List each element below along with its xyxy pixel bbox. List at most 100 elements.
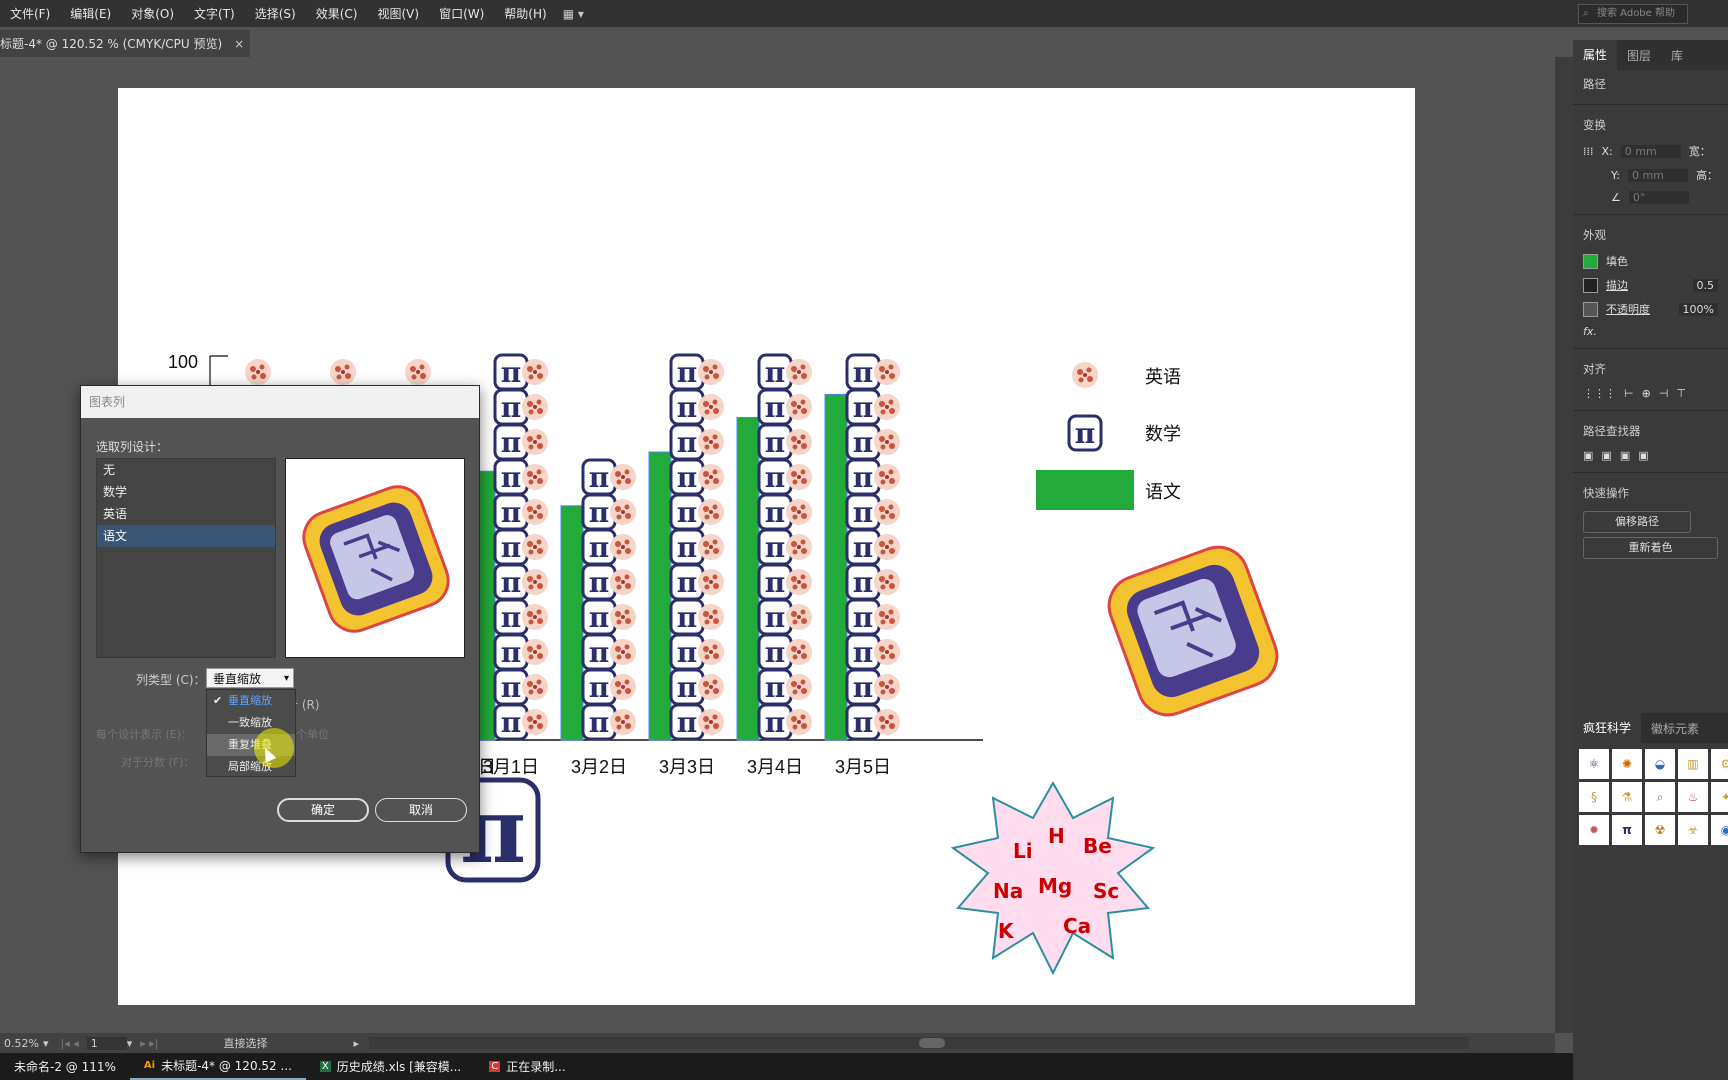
align-top-icon[interactable]: ⊤	[1676, 387, 1686, 400]
bar-english-unit	[786, 569, 812, 595]
zoom-field[interactable]: 0.52%	[0, 1037, 43, 1050]
design-item-chinese[interactable]: 语文	[97, 525, 275, 547]
document-tab[interactable]: 标题-4* @ 120.52 % (CMYK/CPU 预览) ×	[0, 30, 250, 57]
align-left-icon[interactable]: ⊢	[1624, 387, 1634, 400]
bar-english-unit	[610, 604, 636, 630]
status-arrow-icon[interactable]: ▸	[354, 1037, 360, 1050]
bar-chinese[interactable]	[824, 393, 848, 741]
align-right-icon[interactable]: ⊣	[1659, 387, 1669, 400]
bar-chinese[interactable]	[736, 416, 760, 741]
menu-select[interactable]: 选择(S)	[245, 5, 306, 22]
transform-label: 变换	[1583, 118, 1606, 132]
appearance-label: 外观	[1583, 228, 1606, 242]
exclude-icon[interactable]: ▣	[1638, 449, 1648, 462]
taskbar-item-unnamed2[interactable]: 未命名-2 @ 111%	[0, 1053, 130, 1080]
menu-object[interactable]: 对象(O)	[121, 5, 184, 22]
molecule-symbol-icon[interactable]: ✺	[1612, 749, 1642, 779]
y-field[interactable]: 0 mm	[1627, 168, 1688, 182]
bar-chinese[interactable]	[560, 505, 584, 741]
search-field[interactable]: ⌕ 搜索 Adobe 帮助	[1578, 3, 1688, 24]
stroke-label[interactable]: 描边	[1606, 277, 1628, 293]
align-to-icon[interactable]: ⋮⋮⋮	[1583, 387, 1616, 400]
design-item-none[interactable]: 无	[97, 459, 275, 481]
scroll-thumb[interactable]	[919, 1038, 946, 1048]
tab-properties[interactable]: 属性	[1573, 40, 1618, 70]
height-label: 高：	[1695, 169, 1718, 182]
tab-logo-elements[interactable]: 徽标元素	[1641, 720, 1709, 737]
microscope-symbol-icon[interactable]: ⌕	[1645, 782, 1675, 812]
page-field[interactable]: 1	[86, 1036, 127, 1050]
atom-symbol-icon[interactable]: ⚛	[1579, 749, 1609, 779]
bar-english-unit	[522, 359, 548, 385]
page-nav-icon[interactable]: |◂ ◂	[60, 1037, 78, 1050]
recolor-button[interactable]: 重新着色	[1583, 537, 1718, 559]
stroke-weight-field[interactable]: 0.5	[1692, 278, 1718, 292]
biohazard-symbol-icon[interactable]: ☣	[1678, 815, 1708, 845]
gear-symbol-icon[interactable]: ⚙	[1711, 749, 1728, 779]
close-tab-icon[interactable]: ×	[234, 37, 244, 51]
menu-help[interactable]: 帮助(H)	[494, 5, 556, 22]
reference-point-icon[interactable]: ⁞⁞⁞	[1583, 145, 1594, 158]
vertical-scrollbar[interactable]	[1555, 57, 1573, 1033]
tube-symbol-icon[interactable]: ♨	[1678, 782, 1708, 812]
x-field[interactable]: 0 mm	[1620, 144, 1681, 158]
dialog-title[interactable]: 图表列	[81, 386, 479, 418]
minus-front-icon[interactable]: ▣	[1601, 449, 1611, 462]
ok-button[interactable]: 确定	[277, 798, 369, 822]
menu-view[interactable]: 视图(V)	[367, 5, 429, 22]
angle-field[interactable]: 0°	[1628, 191, 1689, 204]
cancel-button[interactable]: 取消	[375, 798, 467, 822]
bar-english-unit	[698, 639, 724, 665]
zoom-dropdown-icon[interactable]: ▾	[43, 1037, 49, 1050]
pathfinder-label: 路径查找器	[1583, 424, 1641, 438]
tab-libraries[interactable]: 库	[1661, 47, 1693, 64]
design-item-math[interactable]: 数学	[97, 481, 275, 503]
column-graph-dialog: 图表列 选取列设计： 无 数学 英语 语文 列类型 (C)： 垂直缩放 ▾ 计 …	[80, 385, 480, 853]
workspace-switcher-icon[interactable]: ▦ ▾	[563, 7, 584, 21]
bar-chinese[interactable]	[648, 451, 672, 741]
page-dropdown-icon[interactable]: ▾	[127, 1037, 133, 1050]
pi-symbol-icon[interactable]: π	[1612, 815, 1642, 845]
design-list[interactable]: 无 数学 英语 语文	[96, 458, 276, 658]
tab-mad-science[interactable]: 疯狂科学	[1573, 713, 1642, 743]
option-vertical-scale[interactable]: ✔ 垂直缩放	[207, 690, 295, 712]
virus-symbol-icon[interactable]: ✹	[1579, 815, 1609, 845]
taskbar-item-recording[interactable]: C 正在录制...	[475, 1053, 579, 1080]
horizontal-scrollbar[interactable]	[369, 1037, 1470, 1049]
dna-symbol-icon[interactable]: §	[1579, 782, 1609, 812]
taskbar-item-illustrator[interactable]: Ai 未标题-4* @ 120.52 ...	[129, 1053, 306, 1080]
fx-icon[interactable]: fx.	[1583, 325, 1597, 338]
menu-window[interactable]: 窗口(W)	[429, 5, 494, 22]
menu-type[interactable]: 文字(T)	[184, 5, 245, 22]
align-center-icon[interactable]: ⊕	[1642, 387, 1651, 400]
bar-english-unit	[522, 604, 548, 630]
radiation-symbol-icon[interactable]: ☢	[1645, 815, 1675, 845]
taskbar-item-excel[interactable]: X 历史成绩.xls [兼容模...	[306, 1053, 475, 1080]
intersect-icon[interactable]: ▣	[1620, 449, 1630, 462]
pathfinder-buttons: ▣ ▣ ▣ ▣	[1573, 445, 1728, 466]
taskbar: 未命名-2 @ 111% Ai 未标题-4* @ 120.52 ... X 历史成绩…	[0, 1053, 1573, 1080]
width-label: 宽：	[1688, 145, 1711, 158]
magnet-symbol-icon[interactable]: ◒	[1645, 749, 1675, 779]
tab-layers[interactable]: 图层	[1617, 47, 1661, 64]
design-item-english[interactable]: 英语	[97, 503, 275, 525]
menu-file[interactable]: 文件(F)	[0, 5, 60, 22]
bar-english-unit	[698, 394, 724, 420]
page-next-icon[interactable]: ▸ ▸|	[140, 1037, 158, 1050]
bar-english-unit	[610, 709, 636, 735]
flask-symbol-icon[interactable]: ▥	[1678, 749, 1708, 779]
menu-effect[interactable]: 效果(C)	[306, 5, 368, 22]
opacity-label[interactable]: 不透明度	[1606, 301, 1650, 317]
cursor-highlight	[254, 728, 294, 768]
stroke-swatch[interactable]	[1583, 277, 1598, 293]
column-type-select[interactable]: 垂直缩放 ▾	[206, 668, 294, 688]
fill-swatch[interactable]	[1583, 253, 1598, 269]
opacity-field[interactable]: 100%	[1678, 302, 1718, 316]
beaker-symbol-icon[interactable]: ⚗	[1612, 782, 1642, 812]
menu-edit[interactable]: 编辑(E)	[60, 5, 121, 22]
document-tab-title: 标题-4* @ 120.52 % (CMYK/CPU 预览)	[0, 37, 223, 51]
planet-symbol-icon[interactable]: ◉	[1711, 815, 1728, 845]
unite-icon[interactable]: ▣	[1583, 449, 1593, 462]
offset-path-button[interactable]: 偏移路径	[1583, 511, 1691, 533]
bulb-symbol-icon[interactable]: ✦	[1711, 782, 1728, 812]
